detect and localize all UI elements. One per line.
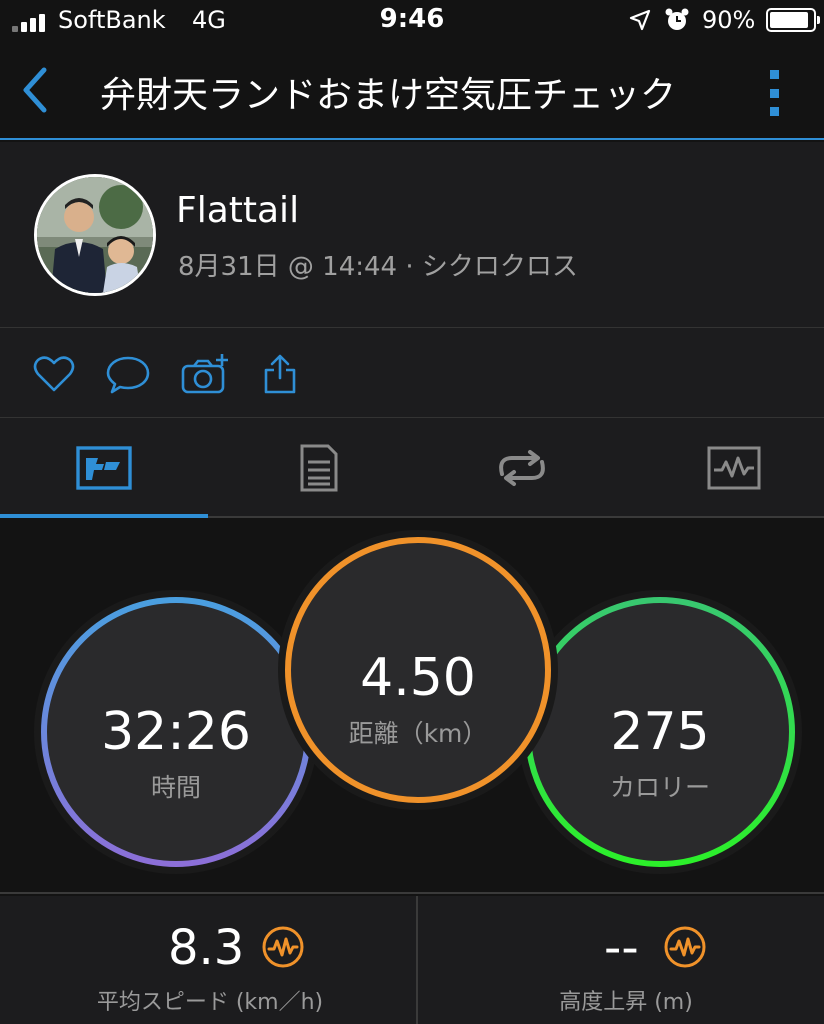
avatar[interactable] (34, 174, 156, 296)
distance-label: 距離（km） (348, 719, 488, 748)
ascent-value: -- (604, 920, 639, 976)
stats-tab-icon[interactable] (76, 444, 132, 492)
share-icon[interactable] (258, 352, 302, 396)
laps-tab-icon[interactable] (494, 444, 550, 492)
detail-metrics: 8.3 平均スピード (km／h) -- 高度上昇 (m) (0, 896, 824, 1024)
nav-header: 弁財天ランドおまけ空気圧チェック (0, 40, 824, 140)
activity-tabs (0, 418, 824, 518)
time-stat[interactable]: 32:26 時間 (76, 702, 276, 804)
avg-speed-value: 8.3 (168, 920, 245, 976)
calories-value: 275 (610, 702, 710, 762)
charts-tab-icon[interactable] (706, 444, 762, 492)
page-title: 弁財天ランドおまけ空気圧チェック (100, 75, 677, 116)
details-tab-icon[interactable] (290, 444, 346, 492)
battery-percent: 90% (702, 6, 756, 34)
activity-meta: 8月31日 @ 14:44 · シクロクロス (178, 252, 578, 282)
alarm-icon (665, 8, 689, 30)
activity-pulse-icon[interactable] (664, 926, 706, 968)
battery-icon (766, 8, 820, 32)
time-label: 時間 (150, 773, 201, 802)
location-arrow-icon (629, 9, 651, 31)
distance-value: 4.50 (360, 648, 476, 708)
action-bar (0, 328, 824, 418)
status-bar: SoftBank 4G 9:46 90% (0, 0, 824, 40)
ascent-label: 高度上昇 (m) (559, 990, 693, 1015)
activity-pulse-icon[interactable] (262, 926, 304, 968)
time-value: 32:26 (101, 702, 251, 762)
calories-label: カロリー (609, 773, 710, 802)
comment-icon[interactable] (106, 352, 150, 396)
activity-owner: Flattail 8月31日 @ 14:44 · シクロクロス (0, 142, 824, 328)
user-name[interactable]: Flattail (176, 190, 299, 231)
distance-stat[interactable]: 4.50 距離（km） (318, 648, 518, 750)
metric-divider (416, 896, 418, 1024)
back-chevron-icon[interactable] (14, 62, 58, 118)
summary-stats: 32:26 時間 4.50 距離（km） 275 カロリー (0, 518, 824, 894)
add-photo-icon[interactable] (180, 352, 230, 396)
clock: 9:46 (379, 4, 445, 34)
avg-speed-label: 平均スピード (km／h) (96, 990, 324, 1015)
overflow-menu-icon[interactable] (764, 70, 784, 116)
like-icon[interactable] (32, 352, 76, 396)
calories-stat[interactable]: 275 カロリー (560, 702, 760, 804)
